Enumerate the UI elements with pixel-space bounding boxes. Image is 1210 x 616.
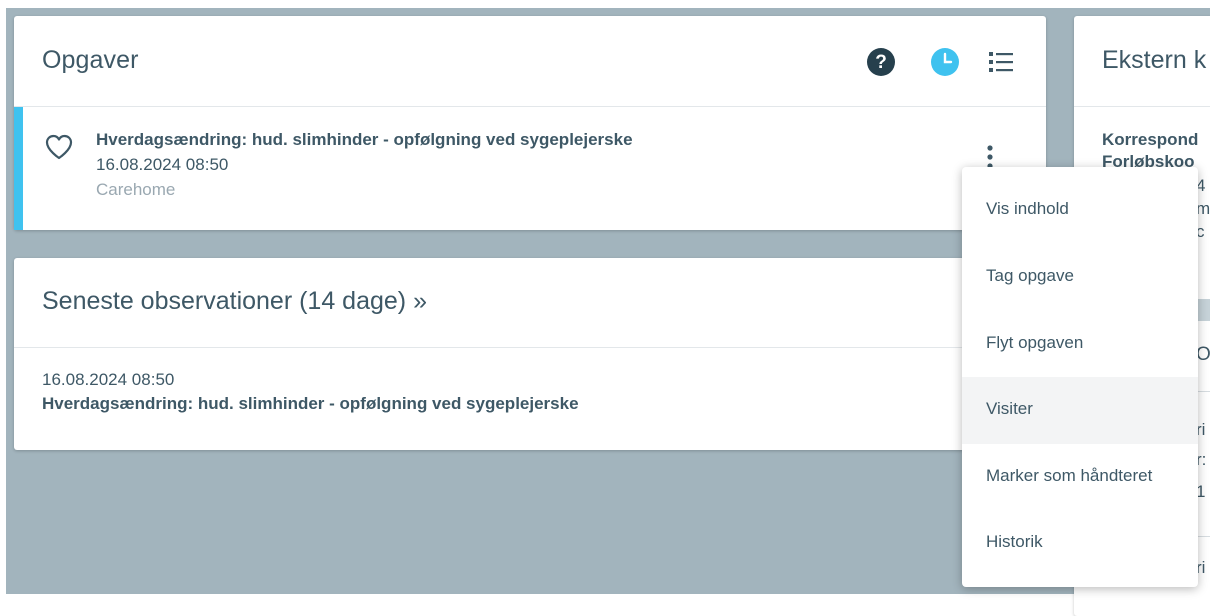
external-separator bbox=[1196, 536, 1210, 537]
task-location: Carehome bbox=[96, 180, 176, 199]
tasks-panel: Opgaver ? Hverdagsændring: hud. slimhind… bbox=[14, 16, 1046, 230]
external-band bbox=[1196, 299, 1210, 321]
menu-item-marker-som-haandteret[interactable]: Marker som håndteret bbox=[962, 444, 1198, 511]
menu-item-label: Vis indhold bbox=[986, 199, 1069, 218]
menu-item-visiter[interactable]: Visiter bbox=[962, 377, 1198, 444]
menu-item-historik[interactable]: Historik bbox=[962, 510, 1198, 577]
external-line: Korrespond bbox=[1102, 130, 1199, 149]
observations-panel-title-link[interactable]: Seneste observationer (14 dage) » bbox=[42, 287, 427, 316]
list-icon[interactable] bbox=[986, 47, 1016, 77]
menu-item-label: Tag opgave bbox=[986, 266, 1074, 285]
observations-panel: Seneste observationer (14 dage) » 16.08.… bbox=[14, 258, 1046, 450]
menu-item-label: Visiter bbox=[986, 399, 1033, 418]
external-panel-divider bbox=[1074, 106, 1210, 107]
task-context-menu: Vis indhold Tag opgave Flyt opgaven Visi… bbox=[962, 167, 1198, 587]
menu-item-label: Flyt opgaven bbox=[986, 333, 1084, 352]
heart-icon[interactable] bbox=[44, 133, 74, 161]
menu-item-label: Marker som håndteret bbox=[986, 466, 1153, 485]
menu-item-flyt-opgaven[interactable]: Flyt opgaven bbox=[962, 311, 1198, 378]
external-separator bbox=[1196, 391, 1210, 392]
task-item[interactable]: Hverdagsændring: hud. slimhinder - opføl… bbox=[14, 107, 1046, 230]
observation-date: 16.08.2024 08:50 bbox=[42, 370, 175, 389]
observations-panel-header: Seneste observationer (14 dage) » bbox=[14, 258, 1046, 348]
svg-text:?: ? bbox=[875, 52, 887, 73]
task-date: 16.08.2024 08:50 bbox=[96, 155, 229, 174]
menu-item-label: Historik bbox=[986, 532, 1043, 551]
external-line: O bbox=[1196, 344, 1210, 365]
task-title: Hverdagsændring: hud. slimhinder - opføl… bbox=[96, 130, 633, 149]
observation-text: Hverdagsændring: hud. slimhinder - opføl… bbox=[42, 394, 579, 413]
external-line: m bbox=[1196, 199, 1210, 218]
tasks-panel-title: Opgaver bbox=[42, 46, 139, 74]
clock-icon[interactable] bbox=[930, 47, 960, 77]
external-panel-title: Ekstern k bbox=[1102, 46, 1207, 74]
tasks-panel-header: Opgaver ? bbox=[14, 16, 1046, 107]
menu-item-tag-opgave[interactable]: Tag opgave bbox=[962, 244, 1198, 311]
help-icon[interactable]: ? bbox=[866, 47, 896, 77]
menu-item-vis-indhold[interactable]: Vis indhold bbox=[962, 177, 1198, 244]
task-accent-bar bbox=[14, 107, 23, 230]
